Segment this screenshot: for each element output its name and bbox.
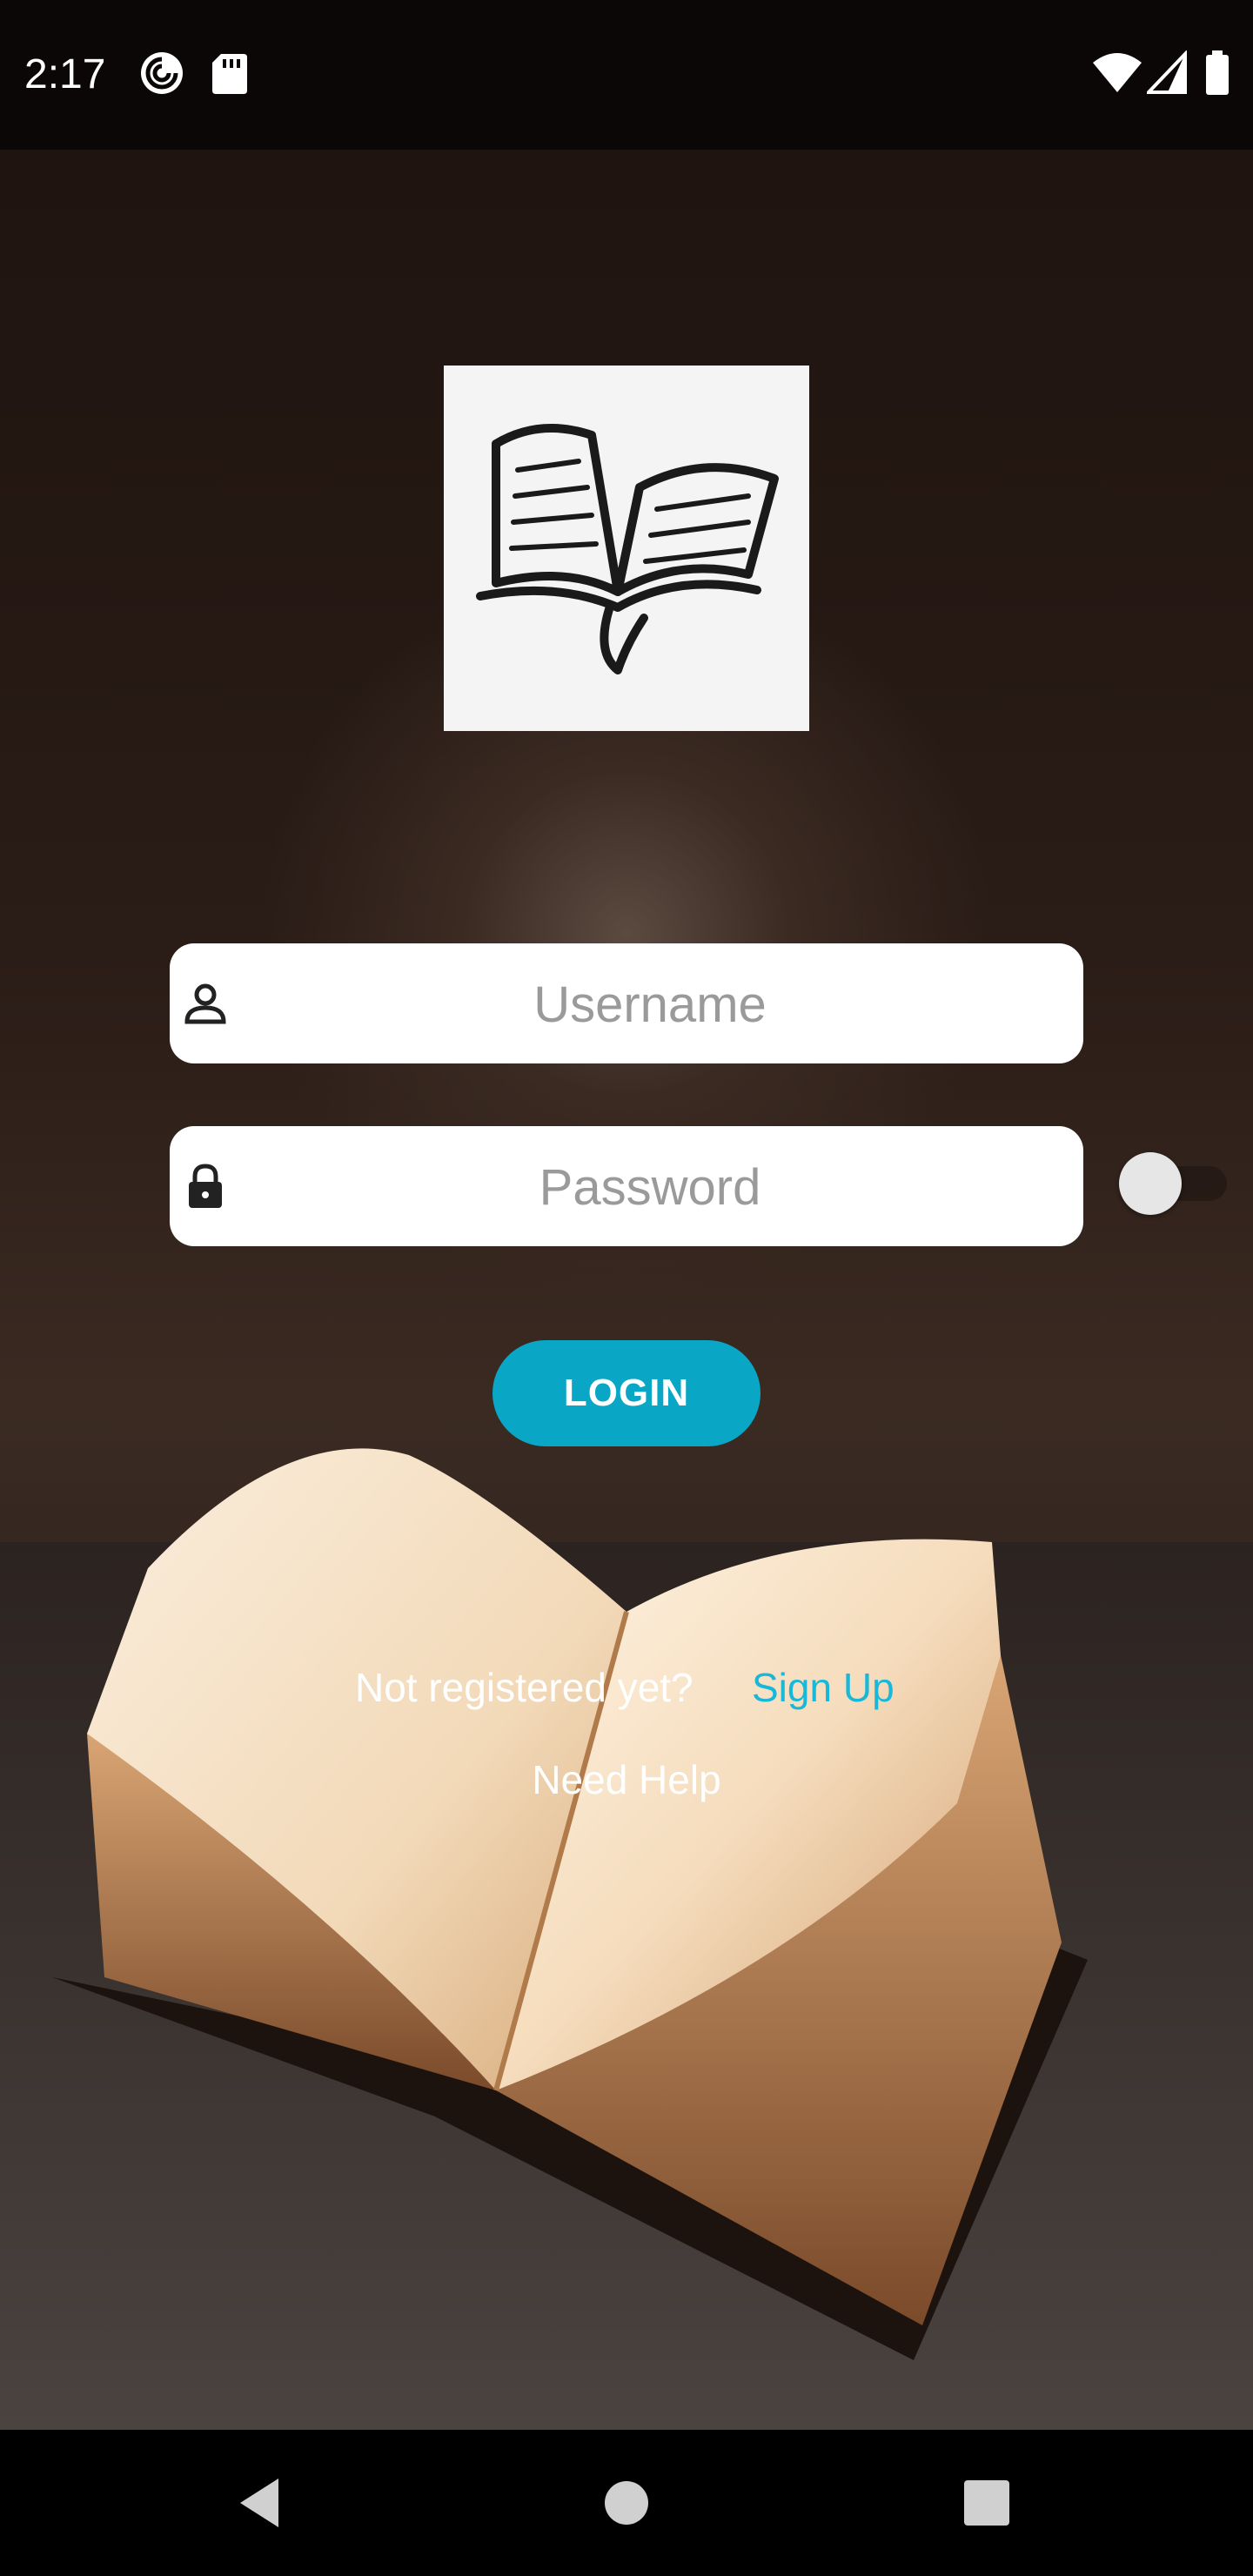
cell-signal-icon [1144,50,1187,99]
login-button[interactable]: LOGIN [492,1340,761,1446]
status-bar: 2:17 [0,0,1253,150]
recents-icon[interactable] [952,2468,1022,2538]
wifi-icon [1091,50,1143,99]
back-icon[interactable] [228,2468,298,2538]
app-logo [444,366,809,731]
username-field[interactable] [170,943,1083,1065]
person-icon [182,980,229,1027]
need-help-link[interactable]: Need Help [0,1756,1253,1803]
show-password-toggle[interactable] [1119,1152,1182,1215]
username-input[interactable] [239,943,1061,1065]
lock-icon [182,1163,229,1210]
password-input[interactable] [239,1126,1061,1248]
navigation-bar [0,2430,1253,2576]
sd-card-icon [211,50,249,99]
open-book-icon [476,424,779,674]
password-field[interactable] [170,1126,1083,1248]
pocket-casts-icon [139,50,184,99]
status-time: 2:17 [24,51,106,97]
open-book-photo [0,1448,1253,2430]
signup-link[interactable]: Sign Up [752,1664,895,1711]
home-icon[interactable] [592,2468,661,2538]
signup-prompt: Not registered yet? [355,1665,694,1710]
battery-icon [1204,50,1230,99]
